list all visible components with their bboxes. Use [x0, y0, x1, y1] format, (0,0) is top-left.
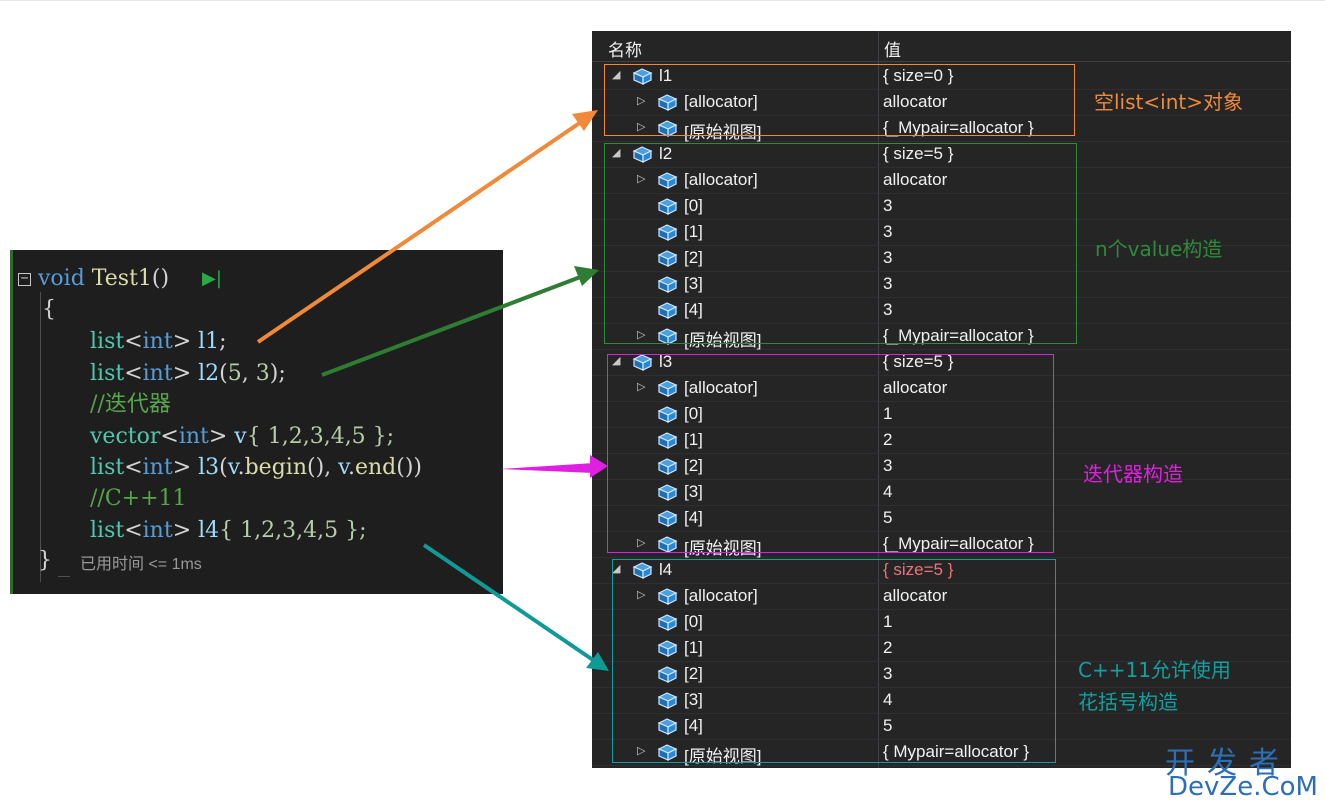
- watermark-domain: DevZe.CoM: [1168, 772, 1318, 802]
- arrow-layer: [256, 110, 609, 671]
- arrow-l3: [500, 455, 608, 478]
- arrow-l1: [256, 110, 598, 344]
- arrow-l4: [422, 543, 609, 671]
- arrow-l2: [321, 266, 599, 377]
